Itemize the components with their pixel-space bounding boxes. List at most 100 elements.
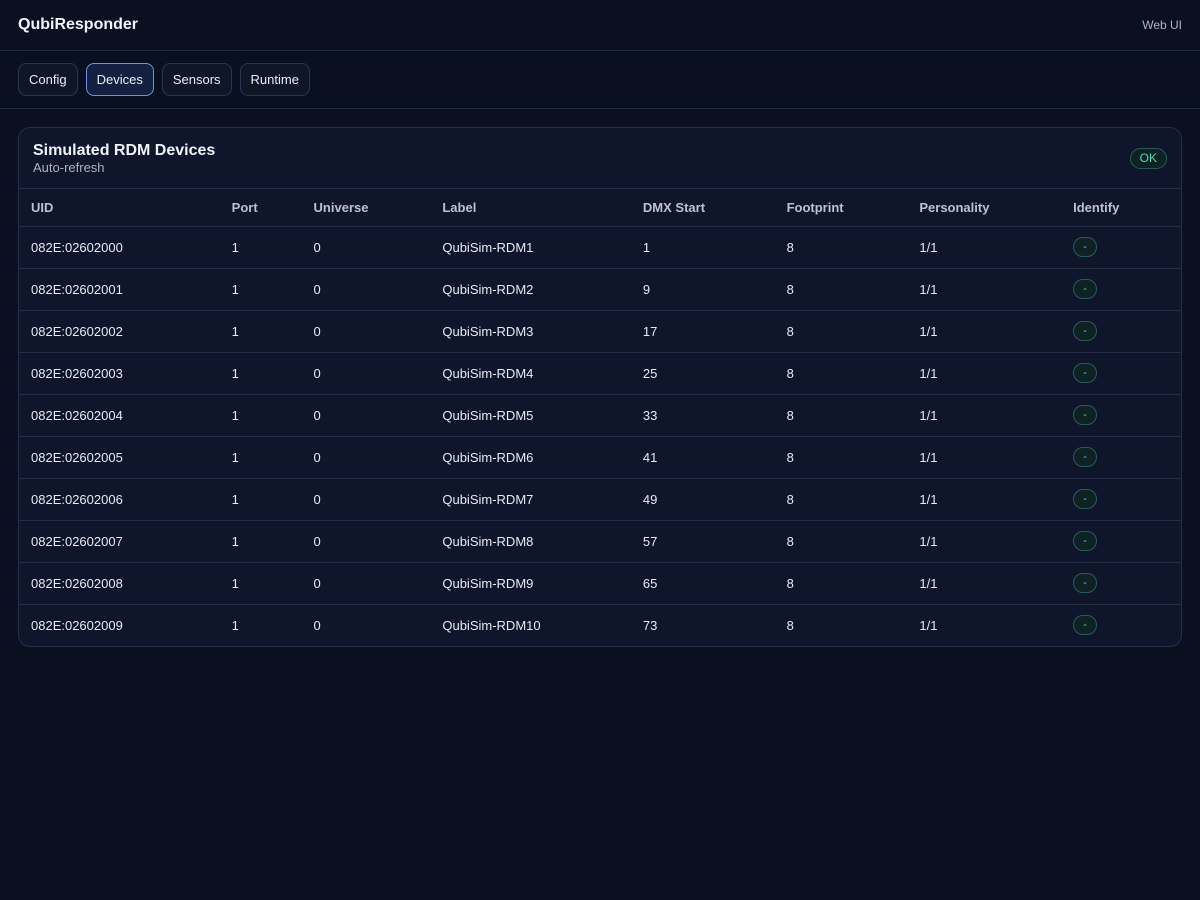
cell-personality: 1/1 <box>919 617 938 633</box>
cell-personality: 1/1 <box>907 268 1062 311</box>
cell-port: 1 <box>219 478 302 521</box>
table-row: 082E:02602009 1 0 QubiSim-RDM10 73 8 1/1… <box>19 604 1181 646</box>
table-row: 082E:02602001 1 0 QubiSim-RDM2 9 8 1/1 - <box>19 268 1181 311</box>
cell-label: QubiSim-RDM2 <box>430 268 631 311</box>
cell-identify: - <box>1061 268 1181 311</box>
identify-button[interactable]: - <box>1073 531 1098 551</box>
tab-config[interactable]: Config <box>18 63 78 96</box>
cell-footprint: 8 <box>774 478 908 521</box>
cell-universe: 0 <box>301 562 431 605</box>
tab-runtime[interactable]: Runtime <box>239 63 310 96</box>
cell-personality: 1/1 <box>907 436 1062 479</box>
cell-identify: - <box>1061 310 1181 353</box>
cell-uid: 082E:02602002 <box>19 310 220 353</box>
identify-button[interactable]: - <box>1073 447 1098 467</box>
table-header-row: UID Port Universe Label DMX Start Footpr… <box>19 189 1181 227</box>
cell-personality: 1/1 <box>907 394 1062 437</box>
cell-port: 1 <box>219 436 302 479</box>
cell-label: QubiSim-RDM6 <box>430 436 631 479</box>
identify-button[interactable]: - <box>1073 489 1098 509</box>
column-header-label: Label <box>430 189 631 227</box>
devices-table: UID Port Universe Label DMX Start Footpr… <box>19 189 1181 646</box>
identify-button[interactable]: - <box>1073 321 1098 341</box>
cell-universe: 0 <box>301 394 431 437</box>
cell-personality: 1/1 <box>907 352 1062 395</box>
cell-uid: 082E:02602007 <box>19 520 220 563</box>
cell-label: QubiSim-RDM4 <box>430 352 631 395</box>
identify-button[interactable]: - <box>1073 363 1098 383</box>
cell-identify: - <box>1061 478 1181 521</box>
table-row: 082E:02602000 1 0 QubiSim-RDM1 1 8 1/1 - <box>19 226 1181 269</box>
cell-uid: 082E:02602009 <box>31 617 123 633</box>
cell-uid: 082E:02602008 <box>19 562 220 605</box>
devices-card: Simulated RDM Devices Auto-refresh OK UI… <box>18 127 1182 647</box>
table-row: 082E:02602005 1 0 QubiSim-RDM6 41 8 1/1 … <box>19 436 1181 479</box>
column-header-universe: Universe <box>301 189 431 227</box>
status-badge: OK <box>1129 147 1167 169</box>
cell-universe: 0 <box>301 352 431 395</box>
identify-button[interactable]: - <box>1073 615 1098 636</box>
cell-footprint: 8 <box>774 268 908 311</box>
cell-footprint: 8 <box>774 310 908 353</box>
column-header-personality: Personality <box>907 189 1062 227</box>
main-content: Simulated RDM Devices Auto-refresh OK UI… <box>0 109 1200 647</box>
cell-label: QubiSim-RDM10 <box>442 617 541 633</box>
cell-dmx-start: 41 <box>630 436 775 479</box>
cell-uid: 082E:02602004 <box>19 394 220 437</box>
cell-footprint: 8 <box>774 352 908 395</box>
card-header: Simulated RDM Devices Auto-refresh OK <box>19 128 1181 189</box>
identify-button[interactable]: - <box>1073 237 1098 257</box>
cell-universe: 0 <box>301 520 431 563</box>
cell-footprint: 8 <box>786 617 794 633</box>
app-title: QubiResponder <box>18 16 139 33</box>
cell-port: 1 <box>219 226 302 269</box>
cell-dmx-start: 57 <box>630 520 775 563</box>
column-header-dmx-start: DMX Start <box>630 189 775 227</box>
cell-dmx-start: 73 <box>642 617 658 633</box>
cell-dmx-start: 33 <box>630 394 775 437</box>
cell-identify: - <box>1061 520 1181 563</box>
cell-port: 1 <box>219 310 302 353</box>
cell-port: 1 <box>219 394 302 437</box>
cell-label: QubiSim-RDM8 <box>430 520 631 563</box>
cell-dmx-start: 49 <box>630 478 775 521</box>
cell-footprint: 8 <box>774 520 908 563</box>
cell-universe: 0 <box>301 268 431 311</box>
card-subtitle: Auto-refresh <box>33 159 105 175</box>
column-header-port: Port <box>219 189 302 227</box>
top-bar: QubiResponder Web UI <box>0 0 1200 51</box>
cell-uid: 082E:02602000 <box>19 226 220 269</box>
cell-label: QubiSim-RDM3 <box>430 310 631 353</box>
cell-personality: 1/1 <box>907 478 1062 521</box>
cell-dmx-start: 9 <box>630 268 775 311</box>
cell-label: QubiSim-RDM7 <box>430 478 631 521</box>
cell-identify: - <box>1061 394 1181 437</box>
tab-sensors[interactable]: Sensors <box>161 63 232 96</box>
tab-devices[interactable]: Devices <box>85 63 154 96</box>
tab-bar: Config Devices Sensors Runtime <box>0 51 1200 109</box>
cell-port: 1 <box>219 268 302 311</box>
cell-universe: 0 <box>301 478 431 521</box>
cell-dmx-start: 25 <box>630 352 775 395</box>
cell-dmx-start: 1 <box>630 226 775 269</box>
cell-port: 1 <box>219 352 302 395</box>
cell-personality: 1/1 <box>907 562 1062 605</box>
column-header-uid: UID <box>19 189 220 227</box>
identify-button[interactable]: - <box>1073 279 1098 299</box>
cell-identify: - <box>1061 562 1181 605</box>
cell-universe: 0 <box>301 310 431 353</box>
cell-port: 1 <box>219 520 302 563</box>
cell-label: QubiSim-RDM1 <box>430 226 631 269</box>
table-row: 082E:02602008 1 0 QubiSim-RDM9 65 8 1/1 … <box>19 562 1181 605</box>
cell-port: 1 <box>231 617 239 633</box>
table-row: 082E:02602003 1 0 QubiSim-RDM4 25 8 1/1 … <box>19 352 1181 395</box>
cell-universe: 0 <box>301 226 431 269</box>
cell-identify: - <box>1061 226 1181 269</box>
cell-dmx-start: 65 <box>630 562 775 605</box>
card-heading: Simulated RDM Devices Auto-refresh <box>33 141 215 176</box>
cell-uid: 082E:02602003 <box>19 352 220 395</box>
cell-identify: - <box>1061 436 1181 479</box>
column-header-footprint: Footprint <box>774 189 908 227</box>
identify-button[interactable]: - <box>1073 405 1098 425</box>
identify-button[interactable]: - <box>1073 573 1098 593</box>
